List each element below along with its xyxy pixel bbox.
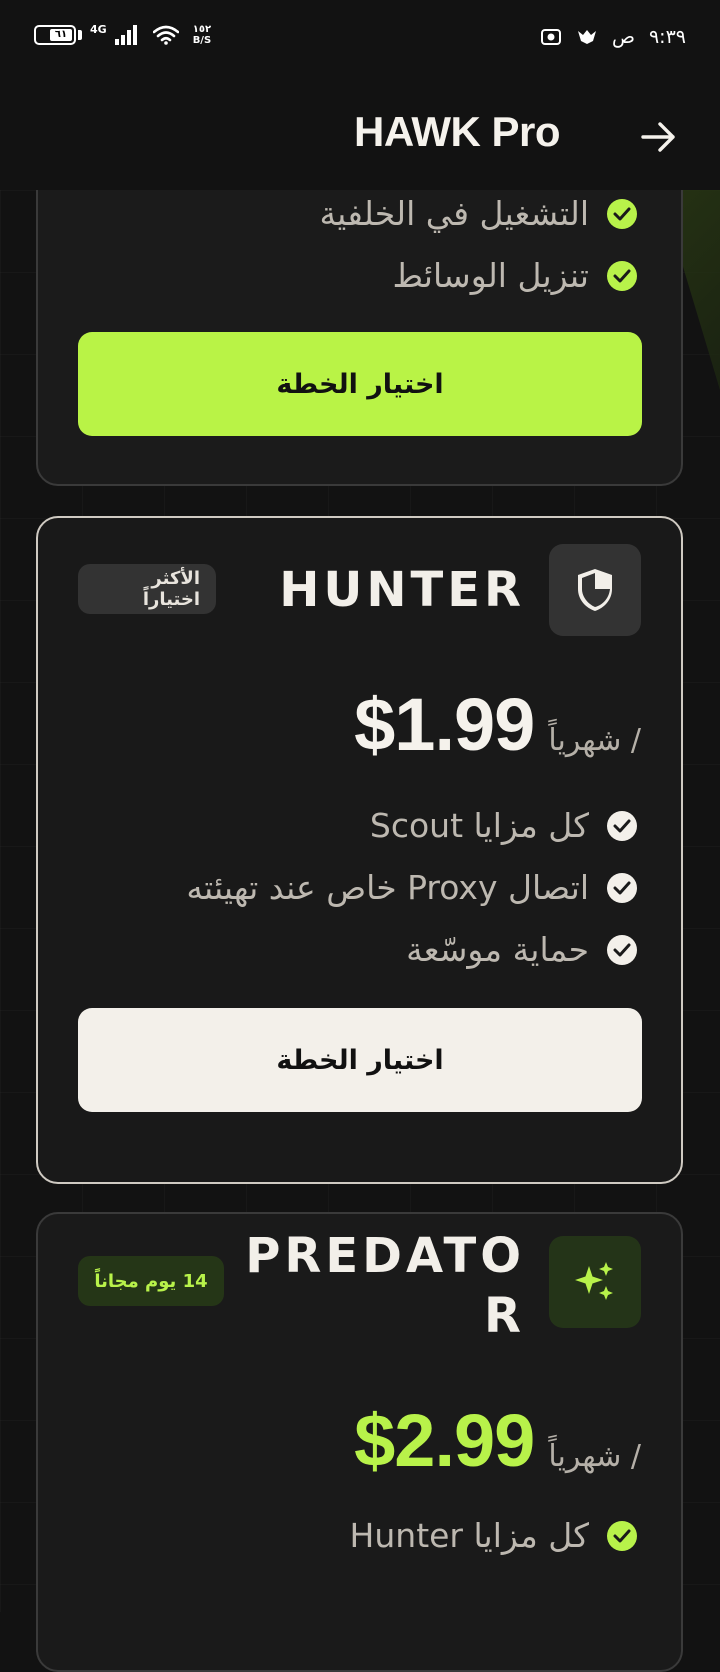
price-period: / شهرياً (548, 1439, 641, 1474)
check-icon (607, 872, 637, 903)
feature-item: اتصال Proxy خاص عند تهيئته (186, 868, 637, 907)
feature-text: التشغيل في الخلفية (319, 194, 589, 233)
plan-name-line: R (484, 1288, 525, 1344)
app-notification-icon (576, 28, 598, 46)
check-icon (607, 1520, 637, 1551)
feature-text: تنزيل الوسائط (392, 256, 589, 295)
plan-card-hunter: HUNTER الأكثر اختياراً $1.99 / شهرياً كل… (36, 516, 683, 1184)
plan-name-line: PREDATO (245, 1228, 525, 1284)
wifi-icon (152, 25, 179, 45)
speed-unit: B/S (192, 35, 212, 46)
choose-plan-button[interactable]: اختيار الخطة (78, 1008, 642, 1112)
clock: ٩:٣٩ (648, 26, 686, 48)
time-period: ص (611, 26, 635, 48)
sparkles-icon (575, 1262, 613, 1300)
check-icon (607, 934, 637, 965)
plan-name: HUNTER (279, 562, 525, 618)
back-button[interactable] (638, 116, 680, 158)
arrow-right-icon (641, 122, 675, 152)
battery-level: ٦١ (50, 29, 72, 41)
price: $1.99 (354, 683, 535, 766)
plan-card-predator: PREDATO R 14 يوم مجاناً $2.99 / شهرياً ك… (36, 1212, 683, 1672)
feature-text: اتصال Proxy خاص عند تهيئته (186, 868, 589, 907)
feature-text: كل مزايا Hunter (349, 1516, 589, 1555)
feature-text: كل مزايا Scout (369, 806, 589, 845)
battery-nub (78, 30, 82, 40)
price: $2.99 (354, 1399, 535, 1482)
feature-item: تنزيل الوسائط (392, 256, 637, 295)
feature-item: التشغيل في الخلفية (319, 194, 637, 233)
feature-item: كل مزايا Scout (370, 806, 637, 845)
status-bar-left: ٦١ 4G ١٥٢ B/S (34, 22, 211, 46)
app-header: HAWK Pro (0, 80, 720, 190)
feature-item: حماية موسّعة (406, 930, 637, 969)
feature-text: حماية موسّعة (406, 930, 589, 969)
check-icon (607, 198, 637, 229)
status-bar-right: ص ٩:٣٩ (540, 26, 686, 48)
feature-item: كل مزايا Hunter (350, 1516, 637, 1555)
popular-badge: الأكثر اختياراً (78, 564, 216, 614)
price-row: $2.99 / شهرياً (354, 1398, 641, 1483)
price-row: $1.99 / شهرياً (354, 682, 641, 767)
status-bar: ٦١ 4G ١٥٢ B/S ص ٩:٣٩ (0, 0, 720, 80)
check-icon (607, 260, 637, 291)
shield-icon (578, 569, 612, 611)
network-speed: ١٥٢ B/S (193, 24, 211, 46)
choose-plan-button[interactable]: اختيار الخطة (78, 332, 642, 436)
camera-notification-icon (540, 28, 562, 46)
price-period: / شهرياً (548, 723, 641, 758)
check-icon (607, 810, 637, 841)
plan-name: PREDATO R (245, 1226, 525, 1346)
signal-icon (114, 25, 137, 45)
battery-icon: ٦١ (34, 25, 76, 45)
plan-icon-container (549, 544, 641, 636)
network-type: 4G (90, 22, 107, 36)
speed-value: ١٥٢ (192, 24, 212, 35)
free-trial-badge: 14 يوم مجاناً (78, 1256, 224, 1306)
page-title: HAWK Pro (354, 108, 561, 155)
plan-icon-container (549, 1236, 641, 1328)
